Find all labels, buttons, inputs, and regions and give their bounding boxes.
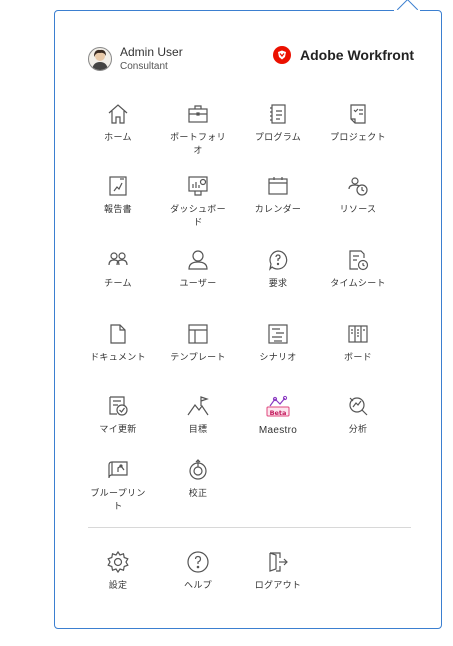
menu-item-documents[interactable]: ドキュメント: [78, 322, 158, 365]
menu-item-label: テンプレート: [170, 353, 226, 363]
menu-item-label: カレンダー: [254, 205, 302, 215]
menu-item-goals[interactable]: 目標: [158, 394, 238, 437]
analytics-icon: [349, 397, 368, 416]
menu-item-timesheets[interactable]: タイムシート: [318, 248, 398, 291]
menu-item-label: ポートフォリオ: [170, 133, 226, 156]
menu-item-proof[interactable]: 校正: [158, 458, 238, 501]
logout-icon: [269, 552, 288, 572]
menu-item-maestro[interactable]: Beta Maestro: [238, 394, 318, 437]
menu-item-label: 校正: [188, 489, 208, 499]
program-icon: [270, 104, 286, 124]
menu-item-my-updates[interactable]: マイ更新: [78, 394, 158, 437]
brand-name: Adobe Workfront: [300, 47, 415, 63]
menu-item-label: ドキュメント: [90, 353, 146, 363]
menu-item-blueprints[interactable]: ブループリント: [78, 458, 158, 514]
board-icon: [348, 325, 368, 343]
footer-divider: [88, 527, 411, 528]
brand: Adobe Workfront: [273, 46, 414, 64]
project-icon: [350, 104, 366, 124]
user-profile[interactable]: Admin User Consultant: [88, 44, 183, 74]
settings-button[interactable]: 設定: [78, 550, 158, 593]
menu-item-teams[interactable]: チーム: [78, 248, 158, 291]
help-button[interactable]: ヘルプ: [158, 550, 238, 593]
resources-icon: [348, 177, 368, 196]
briefcase-icon: [188, 105, 208, 123]
menu-item-label: 分析: [348, 425, 368, 435]
proof-icon: [189, 459, 207, 480]
report-icon: [109, 176, 127, 196]
dashboard-icon: [188, 176, 208, 196]
menu-item-label: 目標: [188, 425, 208, 435]
menu-item-home[interactable]: ホーム: [78, 102, 158, 145]
logout-button[interactable]: ログアウト: [238, 550, 318, 593]
my-updates-icon: [109, 396, 128, 416]
blueprint-icon: [108, 461, 128, 479]
request-icon: [269, 250, 288, 271]
user-role: Consultant: [120, 60, 168, 72]
timesheet-icon: [349, 250, 369, 271]
menu-item-portfolio[interactable]: ポートフォリオ: [158, 102, 238, 158]
menu-item-label: プロジェクト: [330, 133, 386, 143]
user-name: Admin User: [120, 44, 183, 59]
menu-item-label: ユーザー: [179, 279, 217, 289]
menu-item-requests[interactable]: 要求: [238, 248, 318, 291]
help-label: ヘルプ: [184, 581, 212, 591]
menu-item-label: 要求: [268, 279, 288, 289]
avatar: [88, 47, 112, 71]
menu-item-users[interactable]: ユーザー: [158, 248, 238, 291]
settings-label: 設定: [108, 581, 128, 591]
help-icon: [187, 551, 209, 573]
menu-item-calendar[interactable]: カレンダー: [238, 174, 318, 217]
menu-item-label: 報告書: [104, 205, 132, 215]
home-icon: [108, 104, 128, 124]
menu-item-label: ボード: [344, 353, 372, 363]
menu-item-analytics[interactable]: 分析: [318, 394, 398, 437]
menu-item-label: チーム: [104, 279, 132, 289]
menu-item-resources[interactable]: リソース: [318, 174, 398, 217]
document-icon: [110, 324, 126, 344]
menu-item-label: リソース: [339, 205, 377, 215]
calendar-icon: [268, 177, 288, 195]
gear-icon: [107, 550, 129, 574]
menu-item-label: プログラム: [254, 133, 302, 143]
menu-item-templates[interactable]: テンプレート: [158, 322, 238, 365]
menu-item-label: タイムシート: [330, 279, 386, 289]
menu-item-label: Maestro: [258, 425, 298, 436]
menu-item-label: ブループリント: [90, 489, 146, 512]
logout-label: ログアウト: [254, 581, 302, 591]
workfront-logo-icon: [273, 46, 291, 64]
user-icon: [188, 250, 208, 270]
scenario-icon: [268, 324, 288, 344]
menu-item-label: ダッシュボード: [170, 205, 226, 228]
menu-item-boards[interactable]: ボード: [318, 322, 398, 365]
template-icon: [188, 324, 208, 344]
menu-item-dashboards[interactable]: ダッシュボード: [158, 174, 238, 230]
beta-badge: Beta: [269, 409, 287, 417]
goals-icon: [187, 396, 209, 416]
menu-item-label: ホーム: [104, 133, 132, 143]
menu-item-scenarios[interactable]: シナリオ: [238, 322, 318, 365]
menu-item-reports[interactable]: 報告書: [78, 174, 158, 217]
team-icon: [108, 252, 128, 266]
menu-item-label: マイ更新: [99, 425, 137, 435]
menu-item-project[interactable]: プロジェクト: [318, 102, 398, 145]
menu-item-program[interactable]: プログラム: [238, 102, 318, 145]
menu-item-label: シナリオ: [259, 353, 297, 363]
